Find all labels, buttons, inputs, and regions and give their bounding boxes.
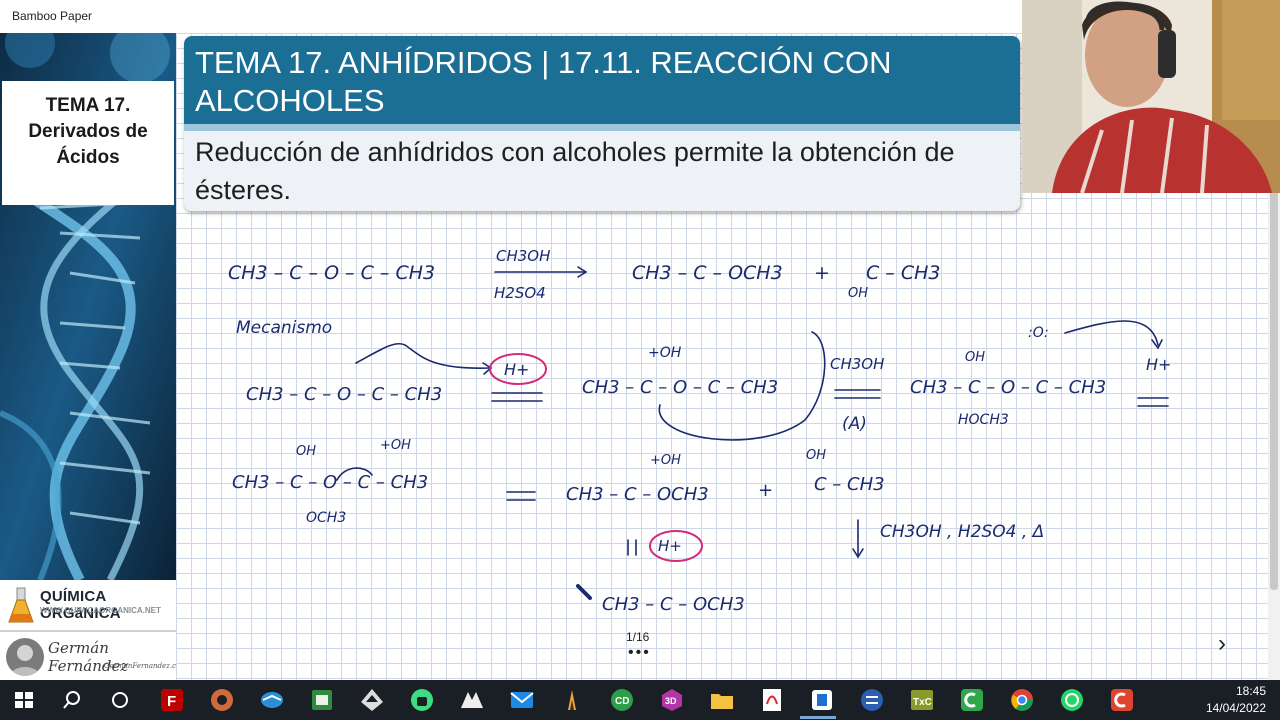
topic-box: TEMA 17. Derivados de Ácidos <box>2 81 174 205</box>
slide-title-bar: TEMA 17. ANHÍDRIDOS | 17.11. REACCIÓN CO… <box>184 36 1020 124</box>
camtasia-icon[interactable] <box>958 686 986 714</box>
hw-conditions: CH3OH , H2SO4 , Δ <box>880 522 1045 542</box>
pen-icon[interactable] <box>558 686 586 714</box>
webcam-video <box>1022 0 1280 193</box>
excel-icon[interactable] <box>308 686 336 714</box>
presenter-video-image <box>1022 0 1280 193</box>
author-avatar <box>6 638 44 676</box>
slide-subtitle-box: Reducción de anhídridos con alcoholes pe… <box>184 131 1020 211</box>
author-row: Germán Fernández GermanFernandez.com <box>0 630 176 680</box>
mail-icon[interactable] <box>508 686 536 714</box>
cd-icon[interactable]: CD <box>608 686 636 714</box>
filezilla-icon[interactable]: F <box>158 686 186 714</box>
3d-icon[interactable]: 3D <box>658 686 686 714</box>
slide-sidebar: TEMA 17. Derivados de Ácidos QUÍMICA ORG… <box>0 33 176 680</box>
inkscape-icon[interactable] <box>358 686 386 714</box>
hw-reactant: CH3 – C – O – C – CH3 <box>228 262 436 284</box>
brand-name: QUÍMICA ORGáNICA <box>40 588 121 622</box>
flask-logo-icon <box>8 587 34 623</box>
pdf-icon[interactable] <box>758 686 786 714</box>
svg-text:TxC: TxC <box>913 697 932 708</box>
hw-product-acid: C – CH3 <box>866 262 941 284</box>
hw-mech-2-oh: +OH <box>648 345 682 361</box>
hw-mech-5-oh: +OH <box>650 453 681 468</box>
hw-mech-3-hoch3: HOCH3 <box>958 412 1009 428</box>
bamboo-icon[interactable] <box>808 686 836 714</box>
hw-methanol: CH3OH <box>830 355 885 373</box>
chrome-icon[interactable] <box>1008 686 1036 714</box>
folder-icon[interactable] <box>708 686 736 714</box>
windows-taskbar: F CD 3D TxC 18:45 14/04/2022 <box>0 680 1280 720</box>
media-icon[interactable] <box>208 686 236 714</box>
bluefish-icon[interactable] <box>258 686 286 714</box>
android-icon[interactable] <box>408 686 436 714</box>
hw-mech-3-oh: OH <box>965 350 986 365</box>
hw-mechanism: Mecanismo <box>236 318 333 338</box>
hw-mech-6-oh: OH <box>806 448 827 463</box>
hw-label-a: (A) <box>842 414 867 434</box>
slide-subtitle: Reducción de anhídridos con alcoholes pe… <box>195 137 955 205</box>
slide-header: TEMA 17. ANHÍDRIDOS | 17.11. REACCIÓN CO… <box>184 36 1020 211</box>
hw-mech-4-oh2: +OH <box>380 438 411 453</box>
hw-mech-2: CH3 – C – O – C – CH3 <box>582 377 779 398</box>
app-window: Bamboo Paper TEMA 17. Derivados de Ácido… <box>0 0 1280 720</box>
page-number: 1/16 <box>626 630 650 644</box>
brand-url: WWW.QUIMICAORGANICA.NET <box>40 606 161 615</box>
header-divider <box>184 124 1020 131</box>
topic-line-1: TEMA 17. <box>45 95 131 116</box>
windows-icon[interactable] <box>10 686 38 714</box>
svg-text:CD: CD <box>615 696 629 707</box>
search-icon[interactable] <box>58 686 86 714</box>
clock-date: 14/04/2022 <box>1205 701 1266 715</box>
hw-mech-5: CH3 – C – OCH3 <box>566 484 709 505</box>
eclipse-icon[interactable] <box>858 686 886 714</box>
author-signature-sub: GermanFernandez.com <box>104 662 176 670</box>
hw-mech-4: CH3 – C – O – C – CH3 <box>232 472 429 493</box>
hw-plus-2: + <box>758 480 774 501</box>
svg-text:3D: 3D <box>665 696 677 706</box>
task-view-icon[interactable] <box>106 686 134 714</box>
hw-hplus-1: H+ <box>504 360 530 379</box>
hw-hplus-2: H+ <box>1146 355 1172 374</box>
hw-mech-3-o: :O: <box>1028 325 1049 341</box>
texcommander-icon[interactable]: TxC <box>908 686 936 714</box>
hw-acid-oh: OH <box>848 286 869 301</box>
hw-mech-3: CH3 – C – O – C – CH3 <box>910 377 1107 398</box>
hw-final-ester: CH3 – C – OCH3 <box>602 594 745 615</box>
next-page-icon[interactable]: › <box>1218 630 1226 658</box>
slide-title: TEMA 17. ANHÍDRIDOS | 17.11. REACCIÓN CO… <box>195 45 892 118</box>
hw-reagent-top: CH3OH <box>496 247 551 265</box>
hw-mech-4-och3: OCH3 <box>306 510 347 526</box>
window-title: Bamboo Paper <box>12 9 93 23</box>
hw-mech-1: CH3 – C – O – C – CH3 <box>246 384 443 405</box>
brand-panel: QUÍMICA ORGáNICA WWW.QUIMICAORGANICA.NET… <box>0 580 176 680</box>
hw-plus-1: + <box>814 262 830 284</box>
whatsapp-icon[interactable] <box>1058 686 1086 714</box>
system-clock[interactable]: 18:45 14/04/2022 <box>1206 683 1266 717</box>
clock-time: 18:45 <box>1235 684 1266 698</box>
active-app-indicator <box>800 716 836 719</box>
hw-hplus-3: H+ <box>658 537 682 555</box>
hw-reagent-bottom: H2SO4 <box>494 284 546 302</box>
more-options-icon[interactable]: ••• <box>628 644 651 662</box>
hw-mech-6: C – CH3 <box>814 474 885 495</box>
scrollbar-thumb[interactable] <box>1270 190 1278 590</box>
hw-product-ester: CH3 – C – OCH3 <box>632 262 783 284</box>
svg-text:F: F <box>167 693 176 710</box>
sharpdevelop-icon[interactable] <box>458 686 486 714</box>
hw-mech-4-oh: OH <box>296 444 317 459</box>
topic-line-3: Ácidos <box>56 147 120 168</box>
topic-line-2: Derivados de <box>28 121 148 142</box>
camtasia-red-icon[interactable] <box>1108 686 1136 714</box>
